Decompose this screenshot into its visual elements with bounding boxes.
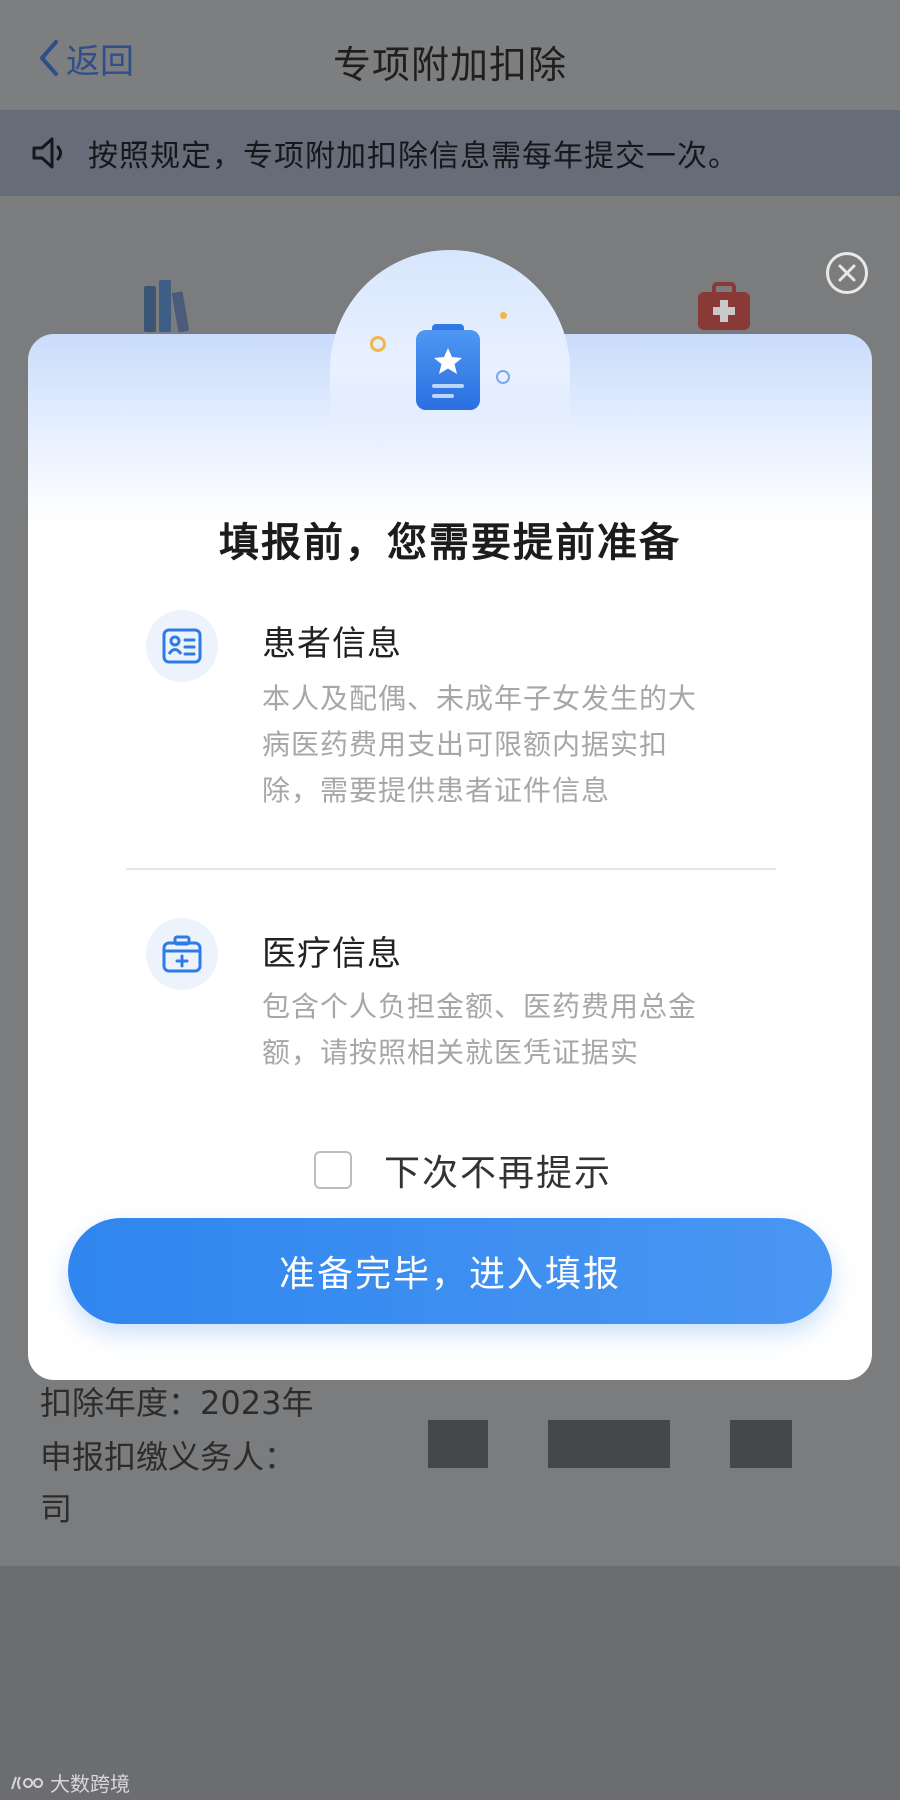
medical-kit-icon	[698, 282, 750, 330]
redaction-block	[548, 1420, 670, 1468]
decor-dot	[370, 336, 386, 352]
ready-submit-button[interactable]: 准备完毕，进入填报	[68, 1218, 832, 1324]
nav-bar: 返回 专项附加扣除	[0, 0, 900, 110]
close-button[interactable]	[826, 252, 868, 294]
modal-title: 填报前，您需要提前准备	[219, 520, 681, 566]
page-title: 专项附加扣除	[332, 43, 567, 87]
redaction-block	[730, 1420, 792, 1468]
patient-info-icon-wrap	[146, 610, 218, 682]
watermark: 大数跨境	[10, 1768, 130, 1797]
clipboard-star-icon	[416, 324, 480, 410]
withholding-agent-label: 申报扣缴义务人：	[40, 1438, 297, 1476]
dont-show-again-option[interactable]: 下次不再提示	[314, 1144, 612, 1196]
bottom-area	[0, 1566, 900, 1800]
notice-text: 按照规定，专项附加扣除信息需每年提交一次。	[88, 139, 739, 174]
medical-info-icon-wrap	[146, 918, 218, 990]
id-card-icon	[162, 628, 202, 664]
watermark-logo-icon	[11, 1775, 44, 1790]
item-title: 患者信息	[262, 624, 402, 664]
dont-show-checkbox[interactable]	[314, 1151, 352, 1189]
redaction-block	[428, 1420, 488, 1468]
medical-bag-icon	[162, 935, 202, 973]
item-description: 包含个人负担金额、医药费用总金额，请按照相关就医凭证据实	[262, 990, 698, 1069]
withholding-agent-suffix: 司	[40, 1490, 73, 1528]
item-title: 医疗信息	[262, 934, 402, 974]
notice-bar: 按照规定，专项附加扣除信息需每年提交一次。	[0, 110, 900, 196]
divider	[126, 868, 776, 870]
item-description: 本人及配偶、未成年子女发生的大病医药费用支出可限额内据实扣除，需要提供患者证件信…	[262, 682, 698, 807]
speaker-icon	[32, 137, 62, 169]
books-icon	[144, 280, 190, 333]
watermark-text: 大数跨境	[50, 1772, 130, 1796]
decor-dot	[500, 312, 507, 319]
dont-show-label: 下次不再提示	[384, 1153, 613, 1194]
close-icon	[838, 264, 856, 282]
deduction-year: 扣除年度：2023年	[40, 1384, 314, 1422]
decor-dot	[496, 370, 510, 384]
